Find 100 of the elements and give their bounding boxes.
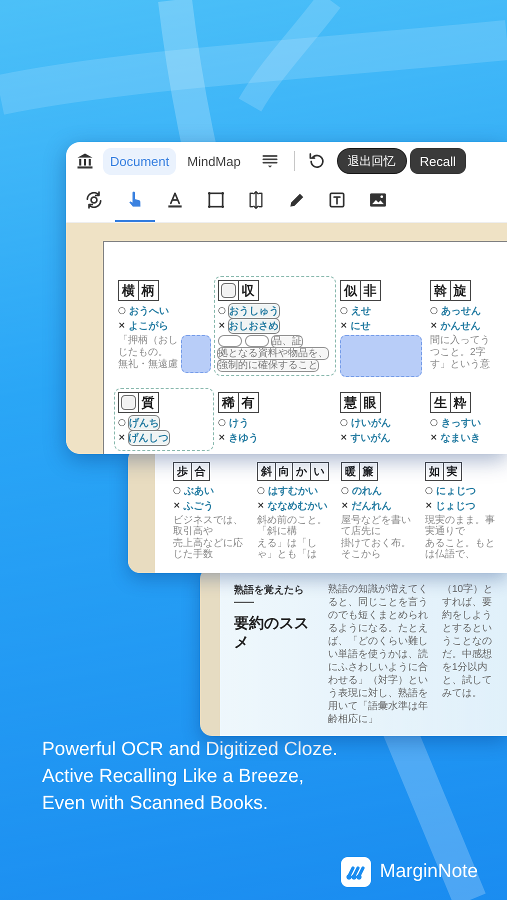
kanji-cell: 非 xyxy=(360,280,380,301)
recall-group-frame[interactable]: 収 ○ おうしゅう × おしおさめ 品、証 拠となる資料や物品を、 強制的に確保すること xyxy=(214,276,336,376)
blank-cell[interactable] xyxy=(118,392,139,413)
reading-text: ななめむかい xyxy=(268,500,328,513)
kanji-cell: 粋 xyxy=(450,392,470,413)
reading-mark: × xyxy=(341,501,349,511)
reading-text: だんれん xyxy=(352,500,392,513)
reading-text: すいがん xyxy=(350,432,391,445)
reading-text: じょじつ xyxy=(436,500,476,513)
reading-text: きゆう xyxy=(228,432,259,445)
reading-mark: × xyxy=(257,501,265,511)
blank-slot[interactable] xyxy=(218,335,242,347)
tab[interactable]: MindMap xyxy=(180,148,248,174)
section-title: 要約のススメ xyxy=(234,614,310,652)
body-text: 売上高などに応じた手数 xyxy=(173,538,244,560)
kanji-cell: 実 xyxy=(442,462,462,481)
text-box-icon xyxy=(327,190,348,210)
kanji-cell: い xyxy=(310,462,328,481)
cloze-text[interactable]: 品、証 xyxy=(272,336,302,346)
kanji-cell: 柄 xyxy=(138,280,158,301)
kanji-cell: 簾 xyxy=(358,462,378,481)
kanji-cell: 似 xyxy=(340,280,361,301)
kanji-cell: 合 xyxy=(190,462,210,481)
body-text: 「押柄（おし xyxy=(118,335,178,346)
reading-text: かんせん xyxy=(440,320,481,333)
reading-mark: ○ xyxy=(257,486,265,496)
reading-text: けう xyxy=(228,417,249,430)
body-text: 斜め前のこと。「斜に構 xyxy=(257,515,328,537)
body-paragraph: 熟語の知識が増えてくると、同じことを言うのでも短くまとめられるようになる。たとえば、「どのくらい難しい単語を使うかは、読にふさわしいように合わせる」（対字）という表現に対し、熟語を用いて「語彙水準は年齢相応に」 xyxy=(328,583,429,726)
blank-slot[interactable] xyxy=(245,335,269,347)
reading-text: あっせん xyxy=(440,305,481,318)
reading-mark: ○ xyxy=(218,418,226,428)
app-logo-icon xyxy=(340,857,371,887)
kanji-cell: 斜 xyxy=(257,462,276,481)
body-text: 掛けておく布。そこから xyxy=(341,538,412,560)
kanji-cell: 斡 xyxy=(430,280,451,301)
cloze-text[interactable]: 拠となる資料や物品を、 xyxy=(218,348,328,359)
reading-mark: ○ xyxy=(341,486,349,496)
reading-text: えせ xyxy=(350,305,371,318)
kanji-cell: 眼 xyxy=(360,392,380,413)
cloze-reading[interactable]: おうしゅう xyxy=(228,304,279,318)
cloze-reading[interactable]: げんち xyxy=(128,416,159,430)
kanji-cell: 収 xyxy=(238,280,258,301)
body-text: える」は「しゃ」とも「は xyxy=(257,538,318,560)
reading-text: ふごう xyxy=(184,500,214,513)
body-text: つこと。2字 xyxy=(430,347,486,358)
recall-button[interactable]: Recall xyxy=(410,148,466,174)
body-text: 無礼・無遠慮 xyxy=(118,359,178,370)
cloze-reading[interactable]: おしおさめ xyxy=(228,319,279,333)
reading-mark: ○ xyxy=(118,418,126,428)
reading-text: にせ xyxy=(350,320,371,333)
tagline: Even with Scanned Books. xyxy=(42,792,270,816)
reading-mark: ○ xyxy=(425,486,433,496)
reading-text: にょじつ xyxy=(436,485,476,498)
tagline: Powerful OCR and Digitized Cloze. xyxy=(42,738,339,762)
rectangle-icon xyxy=(206,190,226,210)
reading-mark: × xyxy=(425,501,433,511)
kanji-cell: 稀 xyxy=(218,392,239,413)
brand-name: MarginNote xyxy=(380,861,478,883)
kanji-cell: 暖 xyxy=(341,462,360,481)
reading-mark: × xyxy=(340,321,348,331)
body-text: す」という意 xyxy=(430,359,490,370)
tab[interactable]: Document xyxy=(103,148,176,174)
reading-mark: × xyxy=(118,433,126,443)
reading-mark: × xyxy=(218,433,226,443)
reading-text: なまいき xyxy=(440,432,481,445)
blank-cell[interactable] xyxy=(218,280,239,301)
cloze-text[interactable]: 強制的に確保すること xyxy=(218,360,318,371)
reading-mark: ○ xyxy=(218,306,226,316)
body-text: じたもの。 xyxy=(118,347,168,358)
kanji-cell: 如 xyxy=(425,462,444,481)
reading-text: おうへい xyxy=(128,305,169,318)
reading-text: よこがら xyxy=(128,320,169,333)
kanji-cell: 生 xyxy=(430,392,451,413)
reading-mark: ○ xyxy=(430,306,438,316)
body-text: ビジネスでは、取引高や xyxy=(173,515,244,537)
body-text: あること。もとは仏語で、 xyxy=(425,538,496,560)
section-kicker: 熟語を覚えたら—— xyxy=(234,584,305,608)
reading-text: はすむかい xyxy=(268,485,318,498)
reading-mark: ○ xyxy=(430,418,438,428)
reading-text: けいがん xyxy=(350,417,391,430)
cloze-reading[interactable]: げんしつ xyxy=(128,431,169,445)
reading-mark: × xyxy=(340,433,348,443)
reading-mark: × xyxy=(430,321,438,331)
bank-icon[interactable] xyxy=(75,151,95,171)
body-text: 屋号などを書いて店先に xyxy=(341,515,412,537)
kanji-cell: 質 xyxy=(138,392,158,413)
recall-group-frame[interactable]: 質 ○ げんち × げんしつ xyxy=(114,388,214,451)
reading-text: きっすい xyxy=(440,417,481,430)
kanji-cell: 横 xyxy=(118,280,139,301)
reading-mark: ○ xyxy=(118,306,126,316)
body-paragraph: （10字）とすれば、要約をしようとするということなのだ。中感想を1分以内と、試してみては。 xyxy=(442,583,494,701)
tagline: Active Recalling Like a Breeze, xyxy=(42,765,305,789)
reading-mark: × xyxy=(173,501,181,511)
eye-cycle-icon xyxy=(84,190,104,210)
exit-recall-button[interactable]: 退出回忆 xyxy=(336,148,407,174)
kanji-cell: 旋 xyxy=(450,280,470,301)
reading-mark: ○ xyxy=(173,486,181,496)
reading-mark: × xyxy=(118,321,126,331)
kanji-cell: か xyxy=(292,462,311,481)
